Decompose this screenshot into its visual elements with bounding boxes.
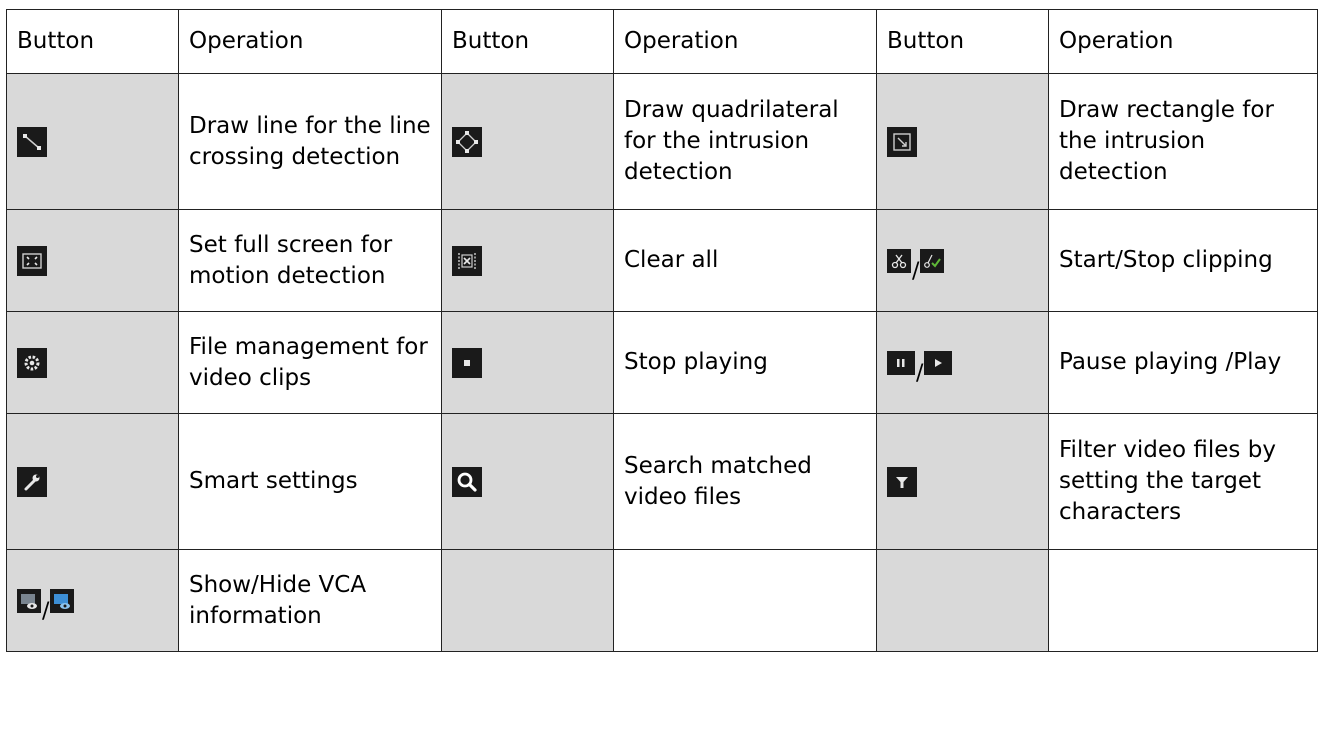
header-operation-2: Operation — [613, 9, 877, 74]
draw-rectangle-icon[interactable] — [887, 126, 917, 157]
operation-cell: Show/Hide VCA information — [178, 549, 442, 652]
wrench-icon[interactable] — [17, 466, 47, 497]
operation-cell: Set full screen for motion detection — [178, 209, 442, 312]
full-screen-icon[interactable] — [17, 245, 47, 276]
search-icon[interactable] — [452, 466, 482, 497]
operation-cell: Stop playing — [613, 311, 877, 414]
button-cell — [876, 413, 1049, 550]
button-cell — [876, 73, 1049, 210]
header-operation-3: Operation — [1048, 9, 1318, 74]
button-cell — [441, 73, 614, 210]
file-management-icon[interactable] — [17, 347, 47, 378]
button-cell — [6, 73, 179, 210]
filter-icon[interactable] — [887, 466, 917, 497]
draw-quadrilateral-icon[interactable] — [452, 126, 482, 157]
hide-vca-icon[interactable] — [50, 588, 75, 613]
button-cell — [441, 209, 614, 312]
table-row: Smart settings Search matched video file… — [6, 413, 1318, 550]
button-cell — [441, 311, 614, 414]
operation-cell: Smart settings — [178, 413, 442, 550]
operation-cell: Filter video files by setting the target… — [1048, 413, 1318, 550]
draw-line-icon[interactable] — [17, 126, 47, 157]
button-cell-empty — [876, 549, 1049, 652]
operation-cell: Pause playing /Play — [1048, 311, 1318, 414]
button-cell — [6, 311, 179, 414]
header-button-1: Button — [6, 9, 179, 74]
operation-cell: Clear all — [613, 209, 877, 312]
table-row: File management for video clips Stop pla… — [6, 311, 1318, 414]
button-cell — [6, 413, 179, 550]
operation-cell: Draw rectangle for the intrusion detecti… — [1048, 73, 1318, 210]
button-cell: / — [876, 209, 1049, 312]
clear-all-icon[interactable] — [452, 245, 482, 276]
operation-cell: Draw line for the line crossing detectio… — [178, 73, 442, 210]
operation-cell-empty — [613, 549, 877, 652]
operation-cell: Draw quadrilateral for the intrusion det… — [613, 73, 877, 210]
button-cell — [441, 413, 614, 550]
operation-cell-empty — [1048, 549, 1318, 652]
stop-icon[interactable] — [452, 347, 482, 378]
icon-separator: / — [912, 259, 920, 284]
table-row: Set full screen for motion detection Cle… — [6, 209, 1318, 312]
icon-separator: / — [916, 361, 924, 386]
table-header-row: Button Operation Button Operation Button… — [6, 9, 1318, 74]
button-cell: / — [6, 549, 179, 652]
button-operation-table: Button Operation Button Operation Button… — [6, 9, 1318, 652]
operation-cell: File management for video clips — [178, 311, 442, 414]
header-button-3: Button — [876, 9, 1049, 74]
start-clipping-icon[interactable] — [887, 248, 911, 273]
show-vca-icon[interactable] — [17, 588, 41, 613]
button-cell — [6, 209, 179, 312]
stop-clipping-icon[interactable] — [920, 248, 945, 273]
play-icon[interactable] — [924, 350, 953, 375]
button-cell: / — [876, 311, 1049, 414]
operation-cell: Search matched video files — [613, 413, 877, 550]
header-operation-1: Operation — [178, 9, 442, 74]
header-button-2: Button — [441, 9, 614, 74]
table-row: / Show/Hide VCA information — [6, 549, 1318, 652]
icon-separator: / — [42, 599, 50, 624]
pause-icon[interactable] — [887, 350, 915, 375]
button-cell-empty — [441, 549, 614, 652]
operation-cell: Start/Stop clipping — [1048, 209, 1318, 312]
table-row: Draw line for the line crossing detectio… — [6, 73, 1318, 210]
